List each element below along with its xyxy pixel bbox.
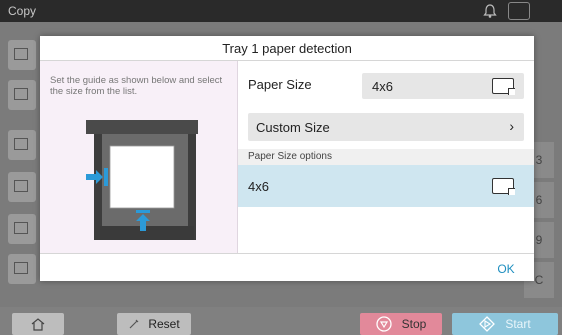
options-header: Paper Size options <box>238 149 534 165</box>
ok-button[interactable]: OK <box>486 260 526 278</box>
start-icon <box>479 316 496 332</box>
paper-size-label: Paper Size <box>248 77 312 92</box>
app-title: Copy <box>8 4 37 18</box>
list-item-4x6[interactable]: 4x6 <box>238 165 534 207</box>
paper-size-value: 4x6 <box>372 79 393 94</box>
paper-detection-dialog: Tray 1 paper detection Set the guide as … <box>40 36 534 281</box>
bg-function-tile <box>8 254 36 284</box>
start-label: Start <box>505 317 531 331</box>
custom-size-button[interactable]: Custom Size › <box>248 113 524 141</box>
options-header-label: Paper Size options <box>248 151 332 162</box>
paper-landscape-icon <box>492 78 515 95</box>
reset-label: Reset <box>148 317 180 331</box>
chevron-right-icon: › <box>509 118 514 134</box>
stop-label: Stop <box>401 317 427 331</box>
guide-panel: Set the guide as shown below and select … <box>40 61 238 253</box>
home-icon <box>31 318 45 331</box>
instructions-text: Set the guide as shown below and select … <box>50 75 223 97</box>
fax-icon[interactable] <box>508 2 530 20</box>
stop-icon <box>376 316 392 332</box>
bg-function-tile <box>8 40 36 70</box>
dialog-footer: OK <box>40 253 534 281</box>
start-button[interactable]: Start <box>452 313 558 335</box>
option-label: 4x6 <box>248 179 269 194</box>
size-selection-panel: Paper Size 4x6 Custom Size › Paper Size … <box>238 61 534 253</box>
bg-function-tile <box>8 80 36 110</box>
dialog-title: Tray 1 paper detection <box>40 36 534 61</box>
bg-function-tile <box>8 130 36 160</box>
bottom-bar: Reset Stop Start <box>0 307 562 335</box>
bg-function-tile <box>8 214 36 244</box>
tray-guide-illustration <box>86 120 198 240</box>
stop-button[interactable]: Stop <box>360 313 442 335</box>
status-bar: Copy <box>0 0 562 22</box>
bell-icon[interactable] <box>482 3 498 19</box>
pencil-icon <box>129 319 139 329</box>
paper-landscape-icon <box>492 178 515 195</box>
custom-size-label: Custom Size <box>256 120 330 135</box>
paper-size-value-box: 4x6 <box>362 73 524 99</box>
reset-button[interactable]: Reset <box>117 313 191 335</box>
bg-function-tile <box>8 172 36 202</box>
paper-size-row: Paper Size 4x6 <box>238 61 534 109</box>
home-button[interactable] <box>12 313 64 335</box>
